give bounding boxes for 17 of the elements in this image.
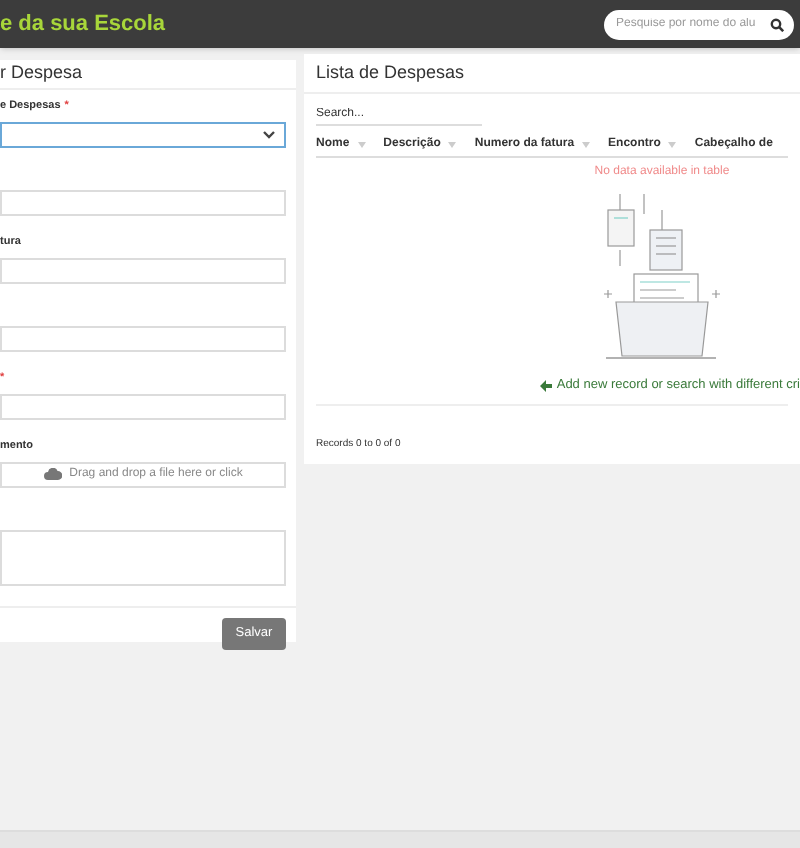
select-field[interactable] — [0, 121, 286, 147]
sort-icon — [448, 142, 457, 148]
textarea-field[interactable] — [0, 529, 286, 585]
chevron-icon — [262, 129, 276, 139]
input-field[interactable] — [0, 257, 286, 283]
input-field[interactable] — [0, 189, 286, 215]
search-icon — [770, 17, 784, 31]
card-title: r Despesa — [0, 60, 83, 86]
input-field[interactable] — [0, 325, 286, 351]
arrow-left-icon — [540, 379, 553, 392]
cloud-upload-icon — [43, 468, 62, 480]
app-title: e da sua Escola — [0, 9, 166, 40]
sort-icon — [668, 142, 677, 148]
sort-icon — [357, 142, 366, 148]
input-field[interactable] — [0, 393, 286, 419]
sort-icon — [582, 142, 591, 148]
card-title: Lista de Despesas — [316, 59, 465, 86]
